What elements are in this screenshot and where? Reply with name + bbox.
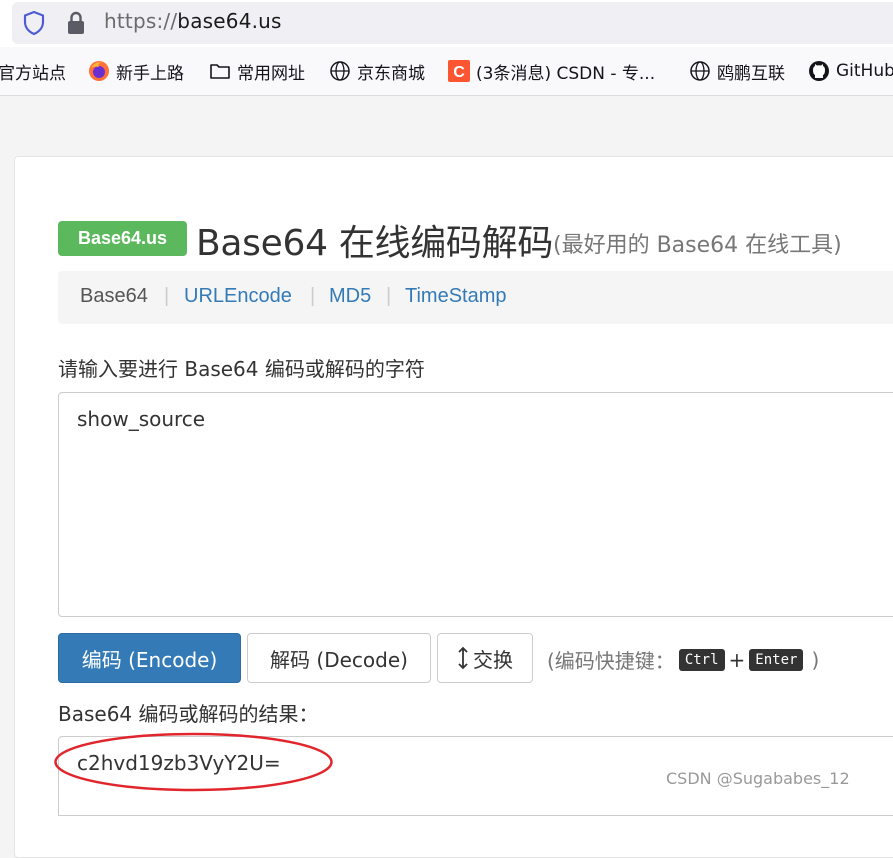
- svg-text:C: C: [453, 64, 465, 81]
- shortcut-hint: (编码快捷键： Ctrl + Enter ): [547, 645, 819, 674]
- brand-badge[interactable]: Base64.us: [58, 221, 187, 256]
- swap-arrows-icon: [457, 646, 469, 670]
- shield-icon[interactable]: [22, 10, 46, 41]
- kbd-enter: Enter: [749, 648, 804, 671]
- bookmark-label: GitHub: [836, 61, 893, 81]
- bookmark-label: 常用网址: [237, 63, 305, 84]
- lock-icon[interactable]: [65, 10, 87, 41]
- input-value: show_source: [77, 407, 206, 431]
- bookmark-item[interactable]: 京东商城: [329, 47, 425, 95]
- bookmark-item[interactable]: 新手上路: [88, 47, 184, 95]
- hint-close: ): [811, 647, 820, 672]
- swap-button[interactable]: 交换: [437, 633, 533, 683]
- bookmarks-bar: 官方站点 新手上路 常用网址 京东商城 C (3条消息) CSDN - 专...…: [0, 47, 893, 96]
- hint-plus: +: [728, 647, 746, 672]
- kbd-ctrl: Ctrl: [678, 648, 725, 671]
- nav-separator: |: [164, 285, 170, 307]
- nav-separator: |: [386, 285, 392, 307]
- bookmark-item[interactable]: 常用网址: [209, 47, 305, 95]
- bookmark-item[interactable]: GitHub: [808, 47, 893, 95]
- github-icon: [808, 60, 830, 82]
- nav-bar: Base64 | URLEncode | MD5 | TimeStamp: [58, 271, 893, 324]
- bookmark-label: 京东商城: [357, 63, 425, 84]
- result-label: Base64 编码或解码的结果：: [58, 702, 319, 726]
- url-text[interactable]: https://base64.us: [104, 9, 282, 33]
- csdn-icon: C: [448, 60, 470, 82]
- input-label: 请输入要进行 Base64 编码或解码的字符: [58, 357, 425, 381]
- nav-item-base64[interactable]: Base64: [80, 285, 148, 308]
- page-title: Base64 在线编码解码: [196, 223, 554, 264]
- bookmark-item[interactable]: C (3条消息) CSDN - 专...: [448, 47, 655, 95]
- globe-icon: [329, 60, 351, 82]
- hint-text: (编码快捷键：: [547, 649, 675, 673]
- decode-button[interactable]: 解码 (Decode): [247, 633, 431, 683]
- bookmark-label: (3条消息) CSDN - 专...: [476, 63, 656, 84]
- nav-item-timestamp[interactable]: TimeStamp: [405, 285, 507, 308]
- nav-separator: |: [310, 285, 316, 307]
- swap-label: 交换: [473, 647, 513, 672]
- folder-icon: [209, 61, 231, 81]
- bookmark-label: 新手上路: [116, 63, 184, 84]
- input-textarea[interactable]: show_source: [58, 392, 893, 617]
- red-ellipse-annotation: [54, 732, 333, 792]
- page-subtitle: (最好用的 Base64 在线工具): [553, 233, 842, 258]
- browser-url-bar: https://base64.us: [0, 0, 893, 47]
- bookmark-label: 鸥鹏互联: [717, 63, 785, 84]
- encode-button[interactable]: 编码 (Encode): [58, 633, 241, 683]
- bookmark-label: 官方站点: [0, 63, 66, 84]
- globe-icon: [689, 60, 711, 82]
- watermark: CSDN @Sugababes_12: [666, 769, 850, 788]
- nav-item-md5[interactable]: MD5: [329, 285, 371, 308]
- bookmark-item[interactable]: 鸥鹏互联: [689, 47, 785, 95]
- bookmark-item[interactable]: 官方站点: [0, 47, 66, 95]
- firefox-icon: [88, 60, 110, 82]
- nav-item-urlencode[interactable]: URLEncode: [184, 285, 292, 308]
